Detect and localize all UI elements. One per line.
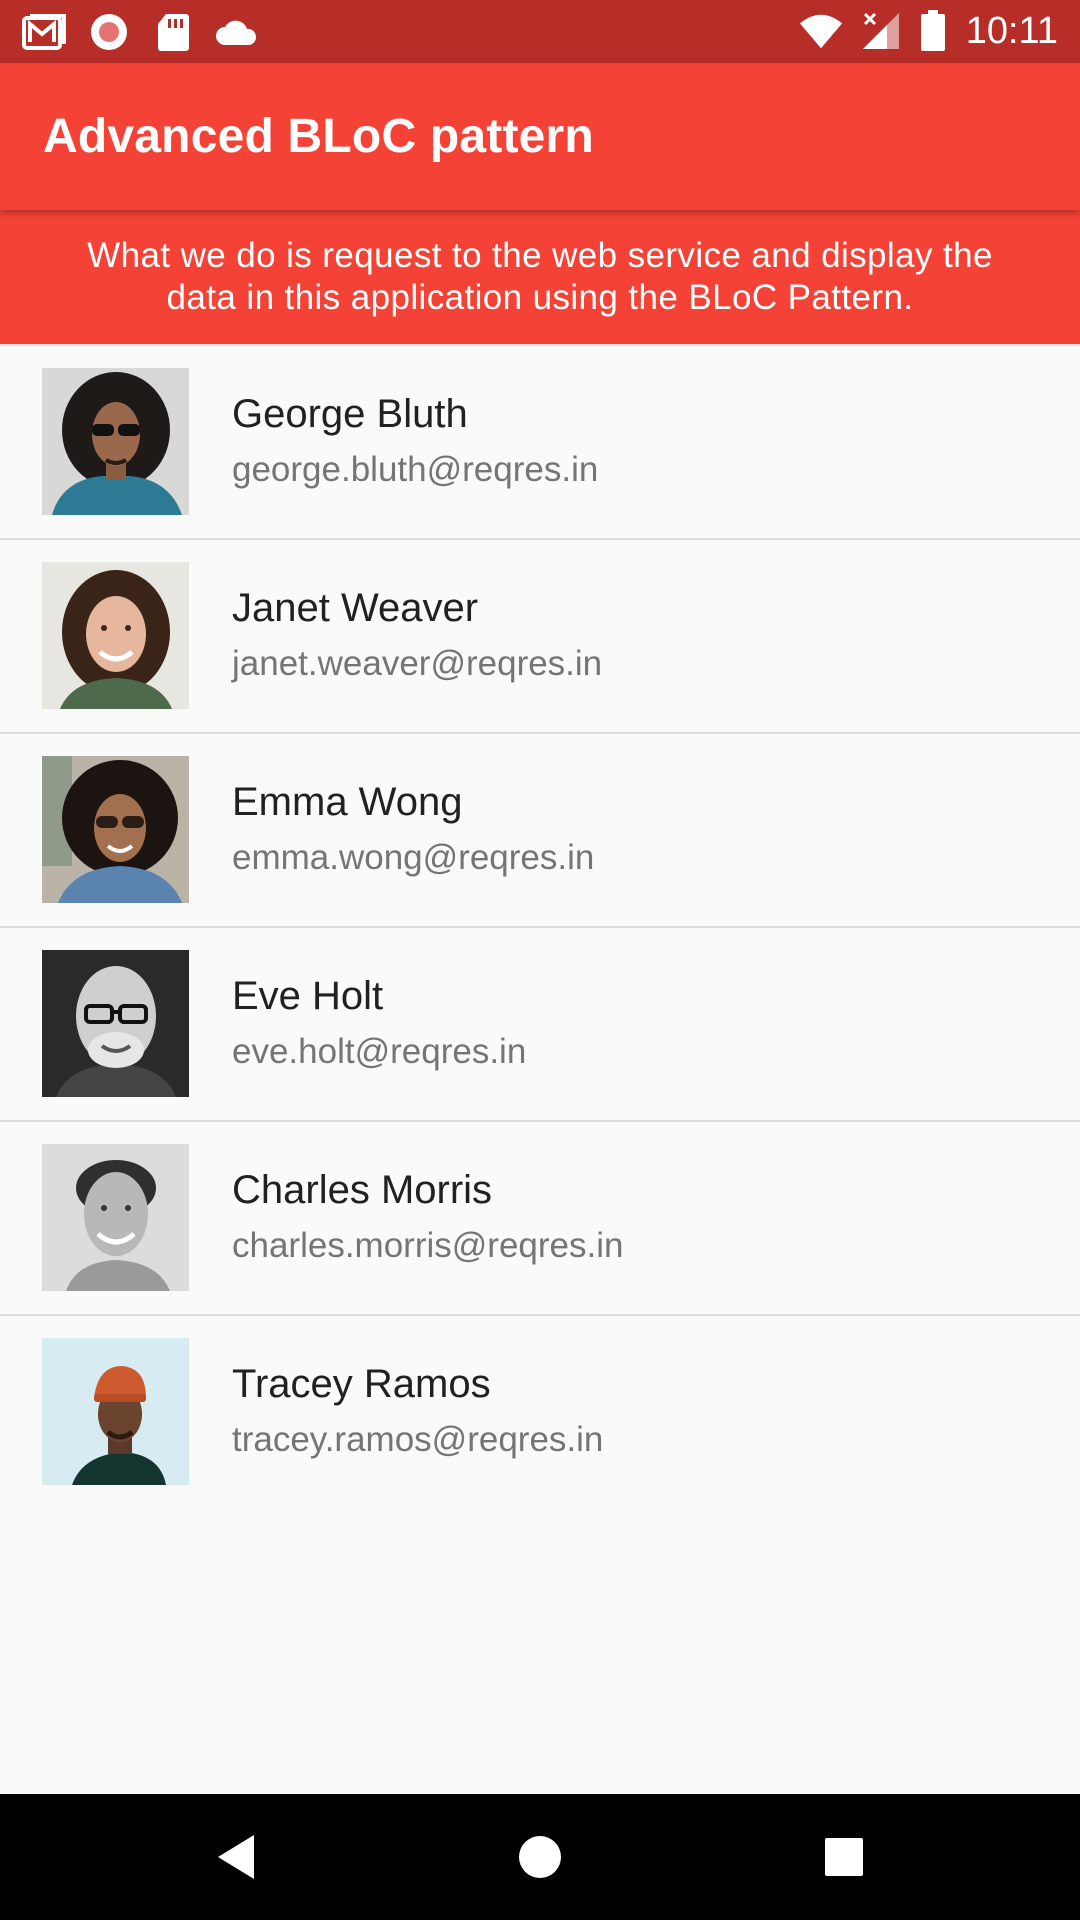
banner-text: What we do is request to the web service… (87, 236, 993, 317)
avatar (42, 756, 189, 903)
back-icon[interactable] (206, 1827, 266, 1887)
gmail-icon (22, 10, 68, 54)
avatar (42, 1338, 189, 1485)
user-name: Tracey Ramos (232, 1362, 491, 1406)
page-title: Advanced BLoC pattern (43, 110, 594, 163)
description-banner: What we do is request to the web service… (0, 210, 1080, 346)
user-name: Emma Wong (232, 780, 463, 824)
user-name: Charles Morris (232, 1168, 493, 1212)
user-name: George Bluth (232, 392, 468, 436)
user-email: emma.wong@reqres.in (232, 838, 595, 877)
battery-icon (918, 9, 948, 53)
app-bar: Advanced BLoC pattern (0, 63, 1080, 210)
user-email: janet.weaver@reqres.in (232, 644, 603, 683)
user-name: Janet Weaver (232, 586, 479, 630)
system-nav-bar (0, 1794, 1080, 1920)
user-email: george.bluth@reqres.in (232, 450, 599, 489)
list-item[interactable]: Charles Morris charles.morris@reqres.in (0, 1122, 1080, 1316)
user-name: Eve Holt (232, 974, 384, 1018)
list-item[interactable]: Eve Holt eve.holt@reqres.in (0, 928, 1080, 1122)
avatar (42, 1144, 189, 1291)
list-item[interactable]: George Bluth george.bluth@reqres.in (0, 346, 1080, 540)
status-bar: 10:11 (0, 0, 1080, 63)
user-email: tracey.ramos@reqres.in (232, 1420, 604, 1459)
status-time: 10:11 (965, 10, 1058, 52)
home-icon[interactable] (510, 1827, 570, 1887)
signal-icon (858, 9, 904, 53)
list-item[interactable]: Janet Weaver janet.weaver@reqres.in (0, 540, 1080, 734)
list-item[interactable]: Emma Wong emma.wong@reqres.in (0, 734, 1080, 928)
avatar (42, 562, 189, 709)
avatar (42, 368, 189, 515)
user-email: charles.morris@reqres.in (232, 1226, 624, 1265)
recents-icon[interactable] (814, 1827, 874, 1887)
sd-card-icon (150, 10, 196, 54)
list-item[interactable]: Tracey Ramos tracey.ramos@reqres.in (0, 1316, 1080, 1510)
user-email: eve.holt@reqres.in (232, 1032, 527, 1071)
avatar (42, 950, 189, 1097)
cloud-icon (214, 10, 260, 54)
user-list: George Bluth george.bluth@reqres.in Jane… (0, 346, 1080, 1510)
record-icon (86, 10, 132, 54)
wifi-icon (798, 9, 844, 53)
